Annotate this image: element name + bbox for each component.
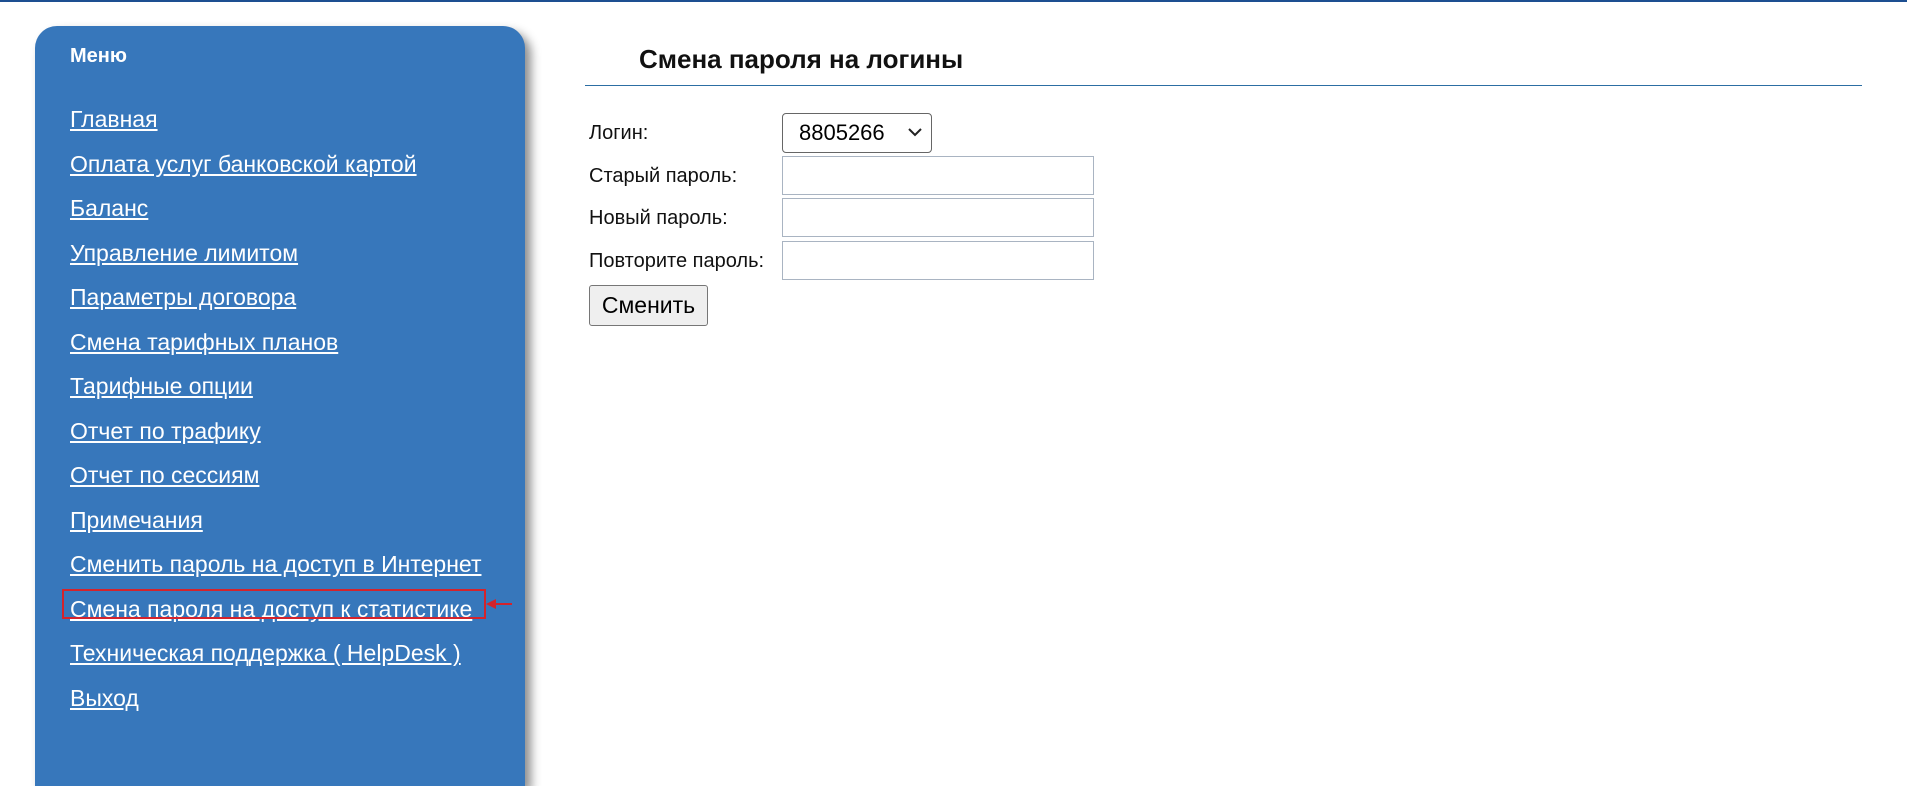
menu-link-limit[interactable]: Управление лимитом <box>70 240 298 266</box>
menu-item-session-report: Отчет по сессиям <box>70 453 481 498</box>
menu-item-helpdesk: Техническая поддержка ( HelpDesk ) <box>70 631 481 676</box>
menu-link-card-payment[interactable]: Оплата услуг банковской картой <box>70 151 417 177</box>
repeat-password-input[interactable] <box>782 241 1094 280</box>
menu-link-traffic-report[interactable]: Отчет по трафику <box>70 418 261 444</box>
old-password-label: Старый пароль: <box>589 165 738 187</box>
menu-link-tariff-plans[interactable]: Смена тарифных планов <box>70 329 338 355</box>
menu-item-contract: Параметры договора <box>70 275 481 320</box>
menu-link-home[interactable]: Главная <box>70 106 158 132</box>
chevron-down-icon <box>908 128 922 137</box>
menu-item-limit: Управление лимитом <box>70 231 481 276</box>
menu-item-internet-password: Сменить пароль на доступ в Интернет <box>70 542 481 587</box>
menu-item-balance: Баланс <box>70 186 481 231</box>
menu-item-notes: Примечания <box>70 498 481 543</box>
sidebar-menu: Меню Главная Оплата услуг банковской кар… <box>35 26 525 786</box>
new-password-input[interactable] <box>782 198 1094 237</box>
menu-link-helpdesk[interactable]: Техническая поддержка ( HelpDesk ) <box>70 640 461 666</box>
arrow-left-icon <box>486 599 512 609</box>
repeat-password-label: Повторите пароль: <box>589 250 765 272</box>
menu-link-notes[interactable]: Примечания <box>70 507 203 533</box>
menu-link-logout[interactable]: Выход <box>70 685 139 711</box>
menu-link-internet-password[interactable]: Сменить пароль на доступ в Интернет <box>70 551 481 577</box>
menu-item-logout: Выход <box>70 676 481 721</box>
title-divider <box>585 85 1862 86</box>
sidebar-title: Меню <box>70 45 127 67</box>
menu-item-tariff-options: Тарифные опции <box>70 364 481 409</box>
menu-item-tariff-plans: Смена тарифных планов <box>70 320 481 365</box>
old-password-input[interactable] <box>782 156 1094 195</box>
new-password-label: Новый пароль: <box>589 207 728 229</box>
menu-list: Главная Оплата услуг банковской картой Б… <box>70 97 481 720</box>
top-border <box>0 0 1907 2</box>
annotation-highlight-box <box>62 589 486 619</box>
menu-link-session-report[interactable]: Отчет по сессиям <box>70 462 259 488</box>
menu-link-tariff-options[interactable]: Тарифные опции <box>70 373 253 399</box>
menu-item-traffic-report: Отчет по трафику <box>70 409 481 454</box>
menu-link-contract[interactable]: Параметры договора <box>70 284 296 310</box>
menu-item-home: Главная <box>70 97 481 142</box>
menu-item-card-payment: Оплата услуг банковской картой <box>70 142 481 187</box>
login-label: Логин: <box>589 122 649 144</box>
change-password-button[interactable]: Сменить <box>589 285 708 326</box>
login-select-value: 8805266 <box>799 120 885 145</box>
login-select[interactable]: 8805266 <box>782 113 932 153</box>
menu-link-balance[interactable]: Баланс <box>70 195 148 221</box>
page-title: Смена пароля на логины <box>639 44 964 74</box>
